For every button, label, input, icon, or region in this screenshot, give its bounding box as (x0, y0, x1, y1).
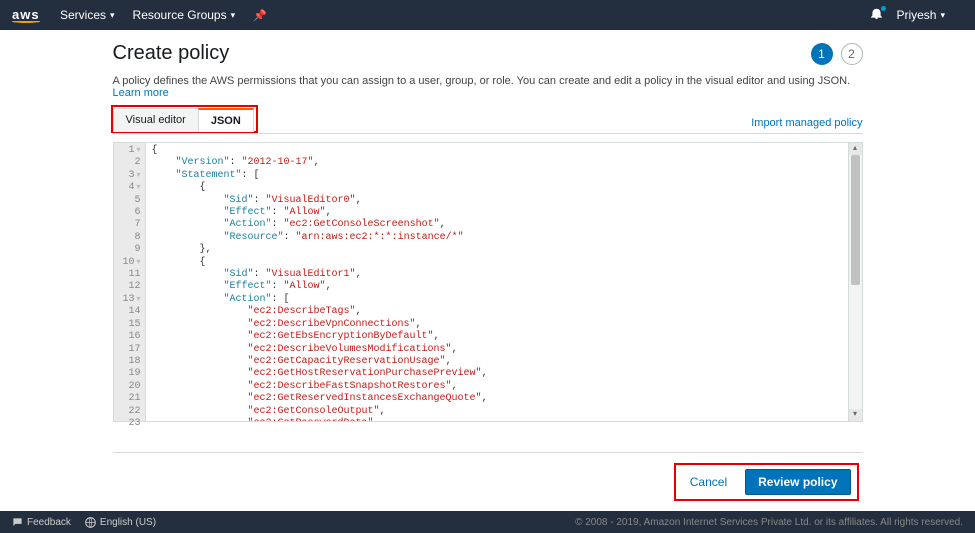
step-2[interactable]: 2 (841, 43, 863, 65)
step-1[interactable]: 1 (811, 43, 833, 65)
notifications-icon[interactable] (871, 8, 882, 22)
json-editor[interactable]: 1▾23▾4▾5678910▾111213▾141516171819202122… (113, 142, 863, 422)
actions-highlight: Cancel Review policy (674, 463, 859, 501)
editor-gutter: 1▾23▾4▾5678910▾111213▾141516171819202122… (114, 143, 146, 421)
import-managed-policy-link[interactable]: Import managed policy (751, 117, 862, 129)
editor-code[interactable]: { "Version": "2012-10-17", "Statement": … (146, 143, 848, 421)
learn-more-link[interactable]: Learn more (113, 87, 169, 99)
nav-pin-icon[interactable]: 📌 (253, 9, 267, 22)
tab-json[interactable]: JSON (198, 108, 254, 132)
footer-copyright: © 2008 - 2019, Amazon Internet Services … (575, 517, 963, 528)
review-policy-button[interactable]: Review policy (745, 469, 850, 495)
scroll-down-icon[interactable]: ▾ (849, 409, 862, 421)
footer: Feedback English (US) © 2008 - 2019, Ama… (0, 511, 975, 533)
policy-description: A policy defines the AWS permissions tha… (113, 75, 863, 99)
tabs-highlight: Visual editor JSON (111, 105, 258, 133)
scroll-up-icon[interactable]: ▴ (849, 143, 862, 155)
actions-bar: Cancel Review policy (113, 452, 863, 511)
feedback-link[interactable]: Feedback (12, 517, 71, 528)
wizard-steps: 1 2 (811, 43, 863, 65)
language-selector[interactable]: English (US) (85, 517, 156, 528)
tab-visual-editor[interactable]: Visual editor (113, 108, 199, 132)
page-title: Create policy (113, 42, 230, 65)
top-nav: aws Services▾ Resource Groups▾ 📌 Priyesh… (0, 0, 975, 30)
aws-logo[interactable]: aws (12, 8, 40, 23)
scroll-thumb[interactable] (851, 155, 860, 285)
nav-user-menu[interactable]: Priyesh▾ (896, 8, 945, 22)
cancel-button[interactable]: Cancel (682, 471, 735, 493)
nav-resource-groups[interactable]: Resource Groups▾ (133, 8, 236, 22)
editor-scrollbar[interactable]: ▴ ▾ (848, 143, 862, 421)
nav-services[interactable]: Services▾ (60, 8, 115, 22)
